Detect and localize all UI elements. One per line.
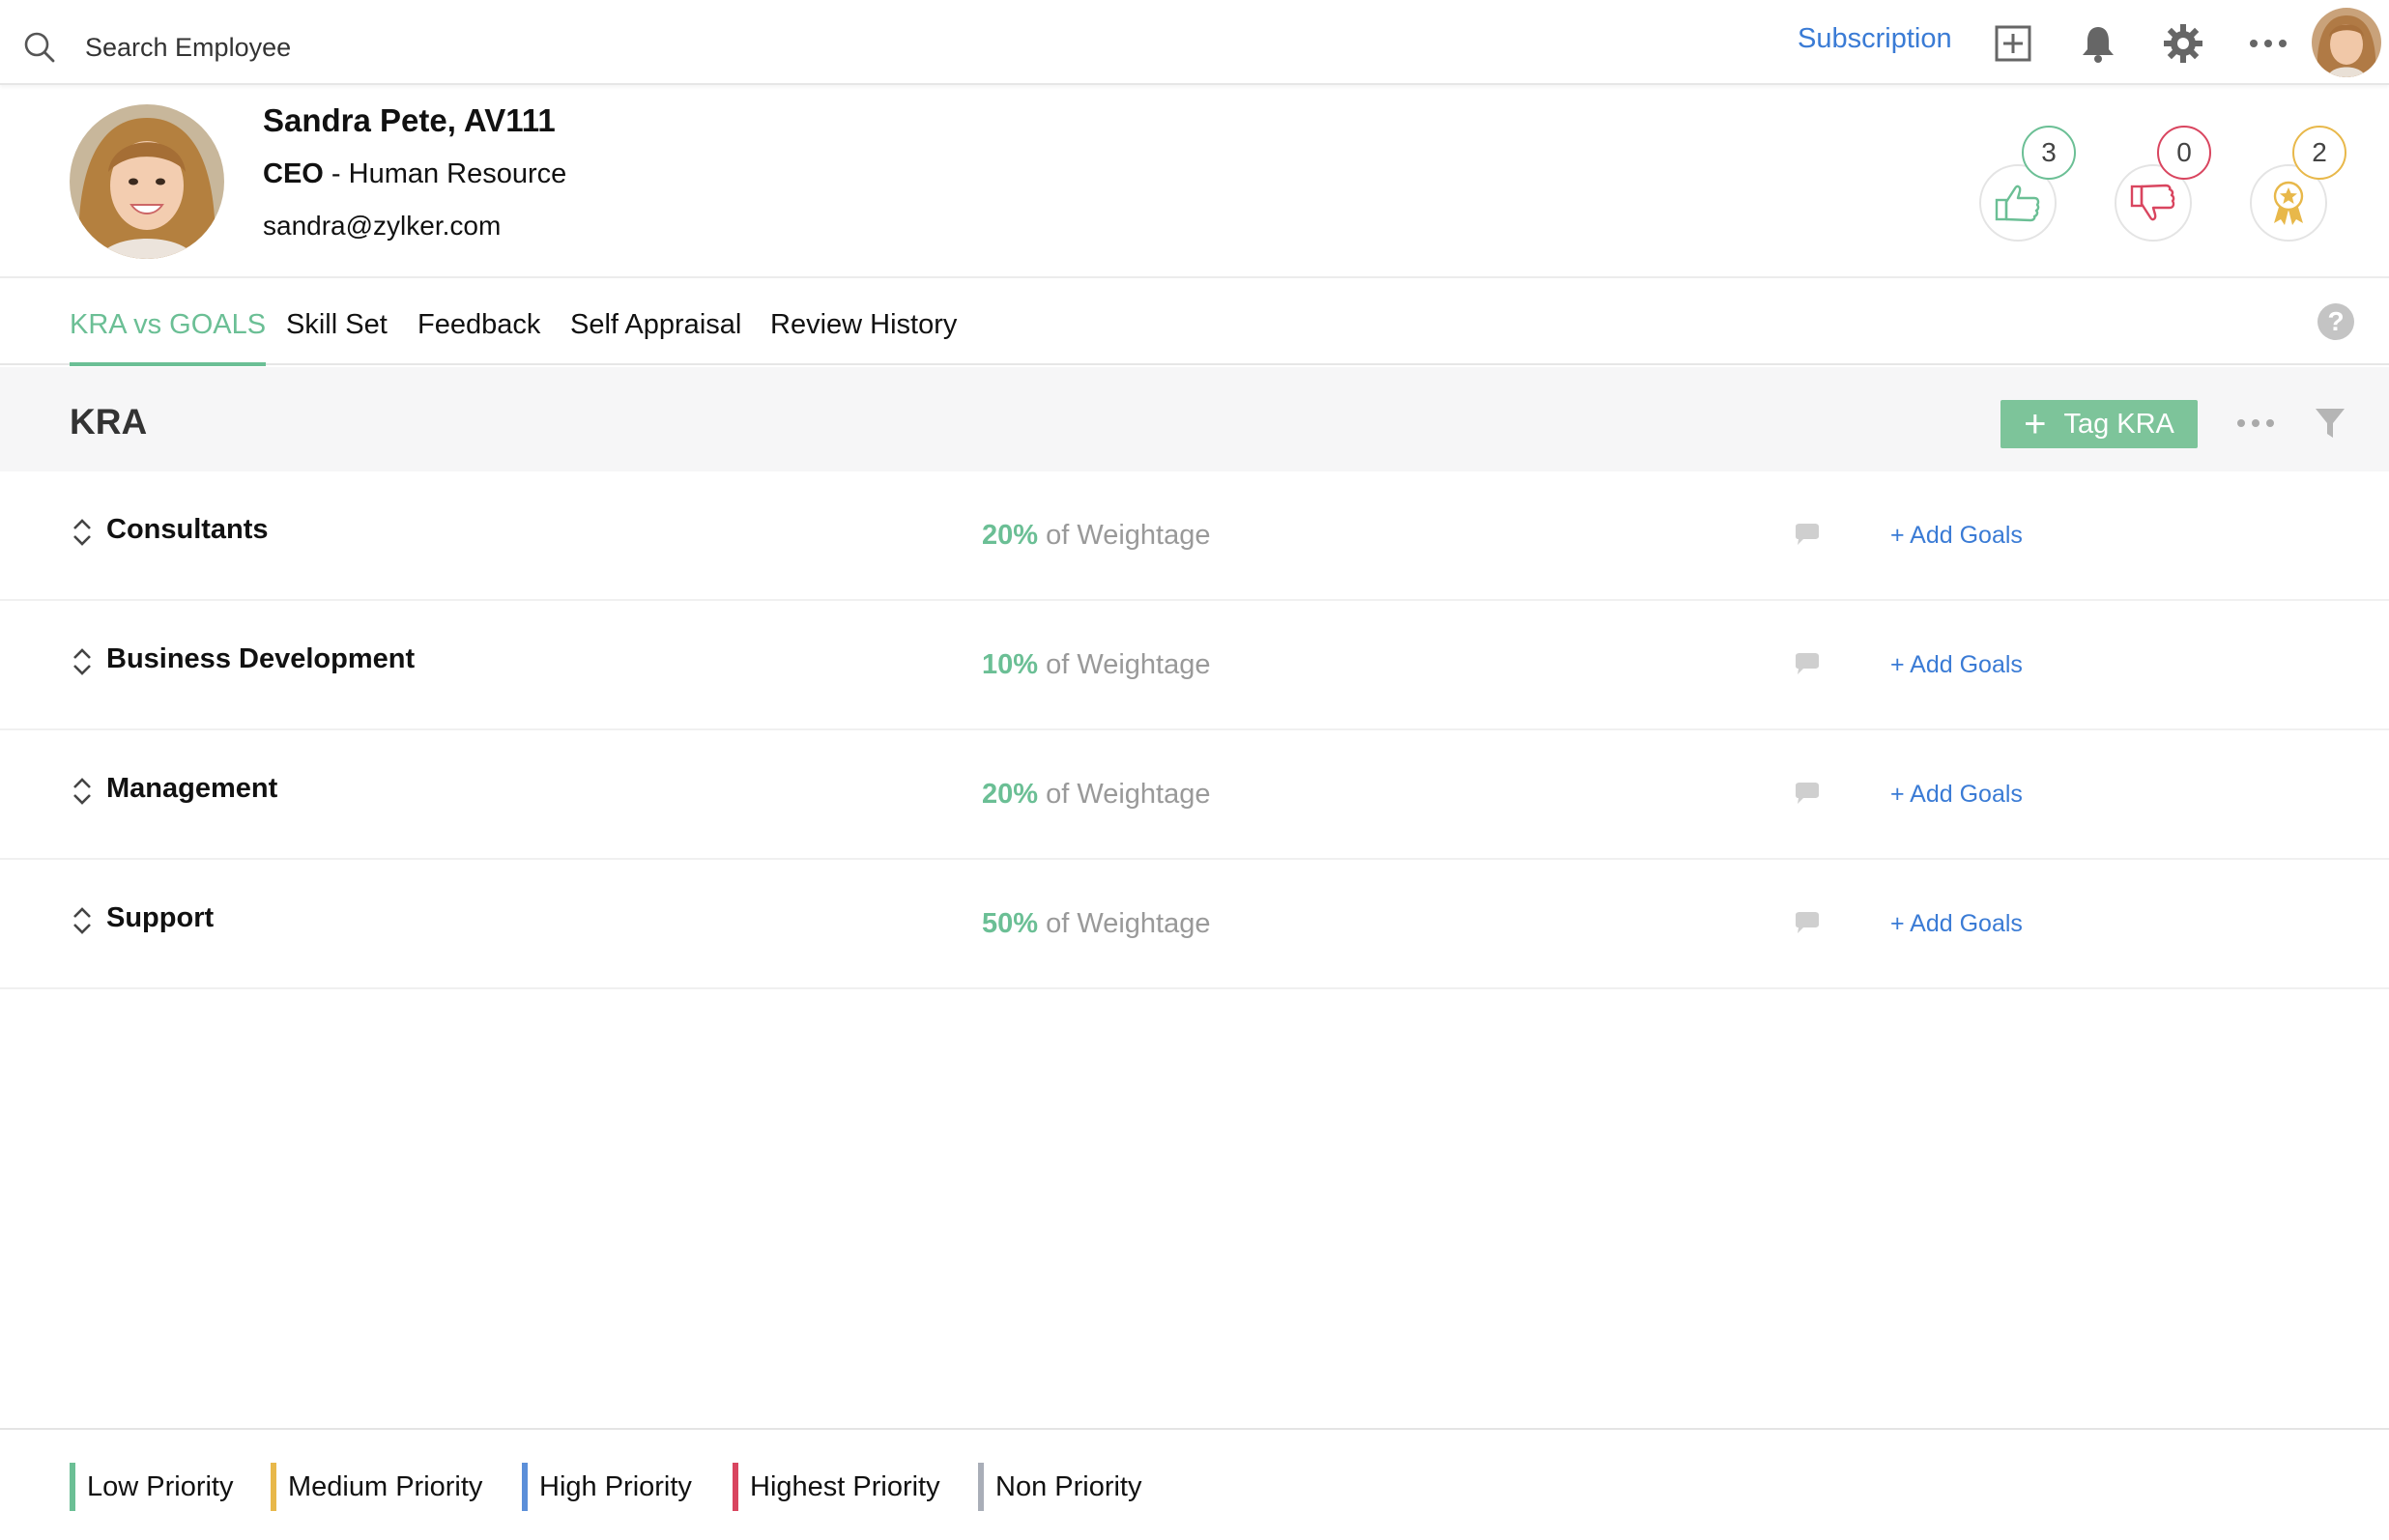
comment-icon[interactable] [1794, 524, 1821, 547]
legend-color-bar [70, 1463, 75, 1511]
likes-badge[interactable]: 3 [1979, 126, 2076, 242]
weight-suffix: of Weightage [1046, 779, 1211, 810]
tab-bar: KRA vs GOALS Skill Set Feedback Self App… [0, 280, 2389, 366]
legend-label: Low Priority [87, 1470, 234, 1502]
expand-collapse-icon[interactable] [70, 645, 95, 678]
kra-title: KRA [70, 402, 148, 442]
kra-row[interactable]: Consultants 20% of Weightage + Add Goals [0, 471, 2389, 601]
kra-name[interactable]: Business Development [106, 643, 415, 675]
kra-name[interactable]: Consultants [106, 514, 269, 546]
kra-weightage: 20% of Weightage [982, 520, 1210, 552]
comment-icon[interactable] [1794, 912, 1821, 935]
kra-weight-percent: 50% [982, 908, 1039, 939]
thumbs-down-icon [2130, 184, 2175, 221]
kra-weightage: 50% of Weightage [982, 908, 1210, 940]
add-goals-link[interactable]: + Add Goals [1890, 910, 2023, 938]
more-icon[interactable] [2246, 21, 2290, 66]
employee-email: sandra@zylker.com [263, 211, 502, 241]
legend-label: Highest Priority [750, 1470, 940, 1502]
kra-weightage: 20% of Weightage [982, 779, 1210, 811]
kra-weight-percent: 20% [982, 779, 1039, 810]
legend-non-priority: Non Priority [978, 1463, 1142, 1511]
tab-skill-set[interactable]: Skill Set [286, 309, 388, 362]
comment-icon[interactable] [1794, 653, 1821, 676]
legend-color-bar [522, 1463, 528, 1511]
tab-feedback[interactable]: Feedback [417, 309, 540, 362]
search-input[interactable] [85, 25, 665, 70]
weight-suffix: of Weightage [1046, 520, 1211, 551]
add-box-icon[interactable] [1991, 21, 2035, 66]
expand-collapse-icon[interactable] [70, 516, 95, 549]
expand-collapse-icon[interactable] [70, 904, 95, 937]
legend-low-priority: Low Priority [70, 1463, 234, 1511]
tag-kra-button[interactable]: + Tag KRA [2000, 400, 2198, 448]
user-avatar[interactable] [2312, 8, 2381, 77]
profile-avatar [70, 104, 224, 259]
legend-color-bar [978, 1463, 984, 1511]
bell-icon[interactable] [2076, 21, 2120, 66]
expand-collapse-icon[interactable] [70, 775, 95, 808]
likes-count: 3 [2022, 126, 2076, 180]
employee-role: CEO - Human Resource [263, 158, 566, 190]
legend-label: High Priority [539, 1470, 692, 1502]
help-icon[interactable]: ? [2317, 303, 2354, 340]
weight-suffix: of Weightage [1046, 649, 1211, 680]
kra-weight-percent: 20% [982, 520, 1039, 551]
kra-name[interactable]: Support [106, 902, 214, 934]
gear-icon[interactable] [2161, 21, 2205, 66]
add-goals-link[interactable]: + Add Goals [1890, 522, 2023, 550]
dislikes-badge[interactable]: 0 [2115, 126, 2211, 242]
thumbs-up-icon [1995, 185, 2040, 222]
search-icon[interactable] [23, 31, 56, 64]
awards-count: 2 [2292, 126, 2346, 180]
kra-weight-percent: 10% [982, 649, 1039, 680]
priority-legend: Low Priority Medium Priority High Priori… [0, 1428, 2389, 1540]
kra-row[interactable]: Management 20% of Weightage + Add Goals [0, 730, 2389, 860]
legend-color-bar [271, 1463, 276, 1511]
role-separator: - [323, 158, 349, 189]
subscription-link[interactable]: Subscription [1798, 23, 1952, 55]
dislikes-count: 0 [2157, 126, 2211, 180]
tab-kra-vs-goals[interactable]: KRA vs GOALS [70, 309, 267, 366]
legend-label: Non Priority [995, 1470, 1142, 1502]
kra-more-icon[interactable] [2232, 404, 2279, 442]
kra-list: Consultants 20% of Weightage + Add Goals… [0, 471, 2389, 989]
legend-highest-priority: Highest Priority [733, 1463, 940, 1511]
add-goals-link[interactable]: + Add Goals [1890, 651, 2023, 679]
comment-icon[interactable] [1794, 783, 1821, 806]
legend-high-priority: High Priority [522, 1463, 692, 1511]
kra-header: KRA + Tag KRA [0, 367, 2389, 471]
kra-weightage: 10% of Weightage [982, 649, 1210, 681]
tab-self-appraisal[interactable]: Self Appraisal [570, 309, 741, 362]
awards-badge[interactable]: 2 [2250, 126, 2346, 242]
legend-label: Medium Priority [288, 1470, 483, 1502]
tab-review-history[interactable]: Review History [770, 309, 957, 362]
kra-row[interactable]: Business Development 10% of Weightage + … [0, 601, 2389, 730]
award-ribbon-icon [2273, 181, 2304, 225]
legend-medium-priority: Medium Priority [271, 1463, 482, 1511]
employee-designation: CEO [263, 158, 324, 189]
filter-icon[interactable] [2314, 406, 2346, 441]
profile-header: Sandra Pete, AV111 CEO - Human Resource … [0, 87, 2389, 278]
plus-icon: + [2024, 403, 2047, 445]
employee-department: Human Resource [348, 158, 567, 189]
legend-color-bar [733, 1463, 738, 1511]
tag-kra-label: Tag KRA [2063, 408, 2174, 440]
kra-name[interactable]: Management [106, 773, 277, 805]
employee-name: Sandra Pete, AV111 [263, 102, 556, 138]
weight-suffix: of Weightage [1046, 908, 1211, 939]
top-bar: Subscription [0, 0, 2389, 85]
kra-row[interactable]: Support 50% of Weightage + Add Goals [0, 860, 2389, 989]
add-goals-link[interactable]: + Add Goals [1890, 781, 2023, 809]
